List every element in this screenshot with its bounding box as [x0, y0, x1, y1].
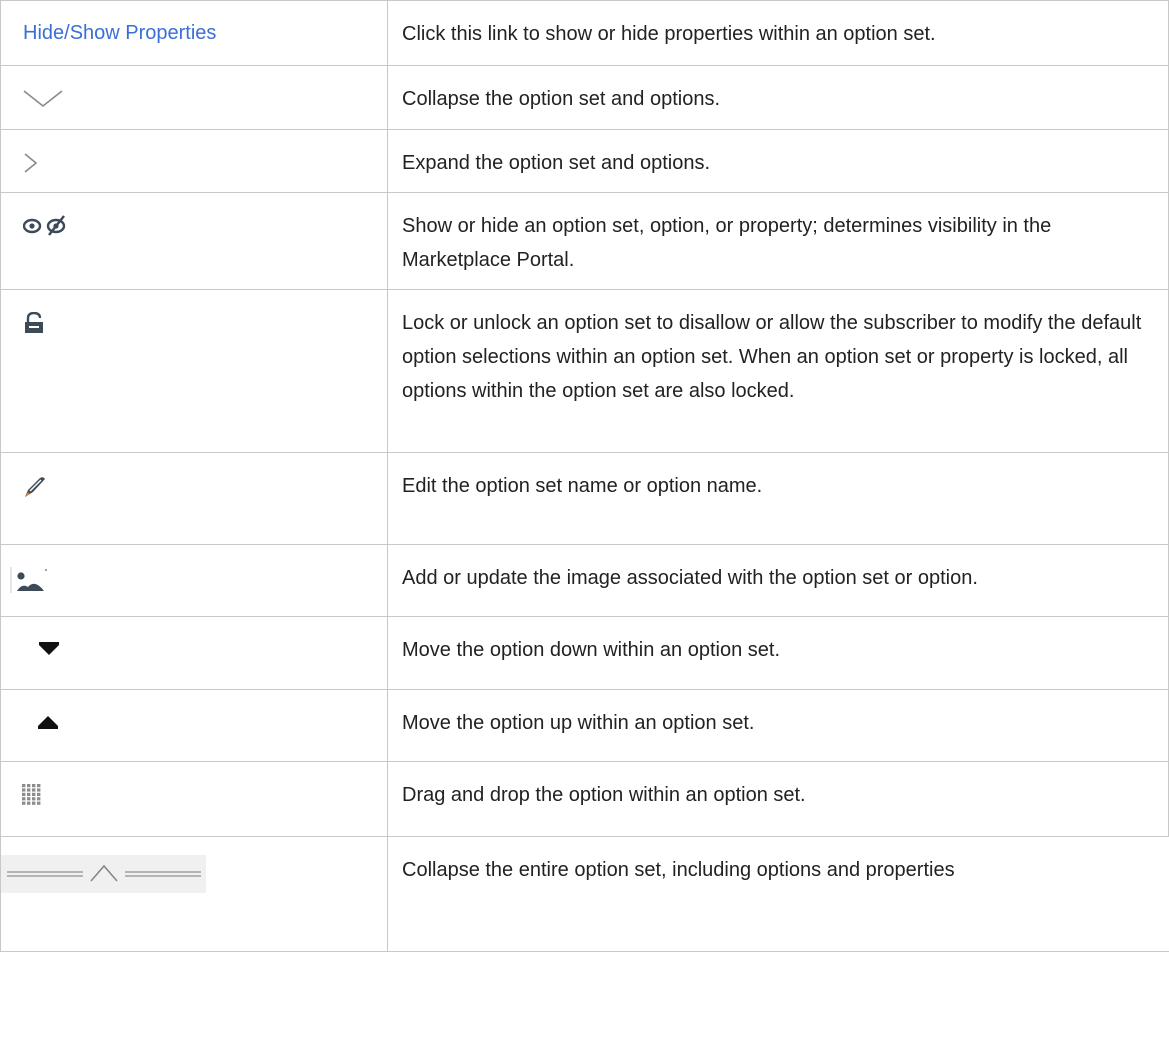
- table-row: Edit the option set name or option name.: [0, 452, 1169, 545]
- icon-cell: [0, 761, 388, 837]
- row-description: Collapse the entire option set, includin…: [402, 859, 955, 881]
- row-description: Click this link to show or hide properti…: [402, 23, 936, 45]
- description-cell: Move the option up within an option set.: [387, 689, 1169, 762]
- row-description: Lock or unlock an option set to disallow…: [402, 312, 1142, 402]
- icon-cell: [0, 836, 388, 952]
- description-cell: Click this link to show or hide properti…: [387, 0, 1169, 66]
- icon-cell: [0, 452, 388, 545]
- icon-cell: [0, 192, 388, 290]
- triangle-down-icon: [39, 639, 59, 662]
- table-row: Hide/Show Properties Click this link to …: [0, 0, 1169, 66]
- description-cell: Collapse the option set and options.: [387, 65, 1169, 130]
- description-cell: Expand the option set and options.: [387, 129, 1169, 193]
- chevron-right-icon: [23, 152, 39, 180]
- table-row: Drag and drop the option within an optio…: [0, 761, 1169, 837]
- row-description: Expand the option set and options.: [402, 152, 711, 174]
- pencil-icon: [23, 475, 47, 505]
- table-row: Expand the option set and options.: [0, 129, 1169, 193]
- row-description: Add or update the image associated with …: [402, 567, 978, 589]
- row-description: Move the option up within an option set.: [402, 712, 755, 734]
- description-cell: Add or update the image associated with …: [387, 544, 1169, 617]
- description-cell: Lock or unlock an option set to disallow…: [387, 289, 1169, 453]
- description-cell: Edit the option set name or option name.: [387, 452, 1169, 545]
- row-description: Move the option down within an option se…: [402, 639, 781, 661]
- row-description: Show or hide an option set, option, or p…: [402, 215, 1052, 271]
- eye-visibility-icon: [22, 215, 71, 243]
- table-row: Lock or unlock an option set to disallow…: [0, 289, 1169, 453]
- table-row: Show or hide an option set, option, or p…: [0, 192, 1169, 290]
- description-cell: Drag and drop the option within an optio…: [387, 761, 1169, 837]
- table-row: Add or update the image associated with …: [0, 544, 1169, 617]
- collapse-all-bar-icon[interactable]: [1, 855, 206, 899]
- icon-cell: [0, 544, 388, 617]
- icon-cell: [0, 65, 388, 130]
- row-description: Drag and drop the option within an optio…: [402, 784, 806, 806]
- table-row: Move the option up within an option set.: [0, 689, 1169, 762]
- drag-grid-icon: [22, 784, 42, 812]
- icon-cell: [0, 289, 388, 453]
- icon-cell: Hide/Show Properties: [0, 0, 388, 66]
- triangle-up-icon: [38, 712, 58, 735]
- table-row: Collapse the option set and options.: [0, 65, 1169, 130]
- table-row: Move the option down within an option se…: [0, 616, 1169, 690]
- chevron-down-icon: [23, 88, 63, 114]
- description-cell: Move the option down within an option se…: [387, 616, 1169, 690]
- hide-show-properties-link[interactable]: Hide/Show Properties: [23, 22, 216, 44]
- image-icon: [10, 567, 50, 599]
- table-row: Collapse the entire option set, includin…: [0, 836, 1169, 952]
- icon-cell: [0, 689, 388, 762]
- row-description: Collapse the option set and options.: [402, 88, 720, 110]
- description-cell: Show or hide an option set, option, or p…: [387, 192, 1169, 290]
- icon-cell: [0, 616, 388, 690]
- icon-cell: [0, 129, 388, 193]
- icon-legend-table: Hide/Show Properties Click this link to …: [0, 0, 1169, 952]
- row-description: Edit the option set name or option name.: [402, 475, 763, 497]
- lock-icon: [23, 311, 45, 340]
- description-cell: Collapse the entire option set, includin…: [387, 836, 1169, 952]
